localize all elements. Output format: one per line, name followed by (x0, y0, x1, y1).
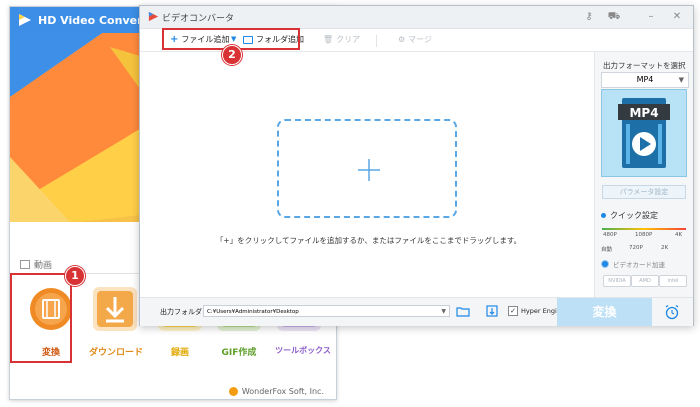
key-icon[interactable]: ⚷ (582, 10, 596, 24)
amd-logo: AMD (631, 275, 659, 287)
bottom-bar: 出力フォルダ： C:¥Users¥Administrator¥Desktop ▼… (140, 297, 693, 326)
wonderfox-logo-icon (228, 387, 238, 396)
trash-icon: 🗑 (323, 35, 334, 44)
add-plus-icon (358, 159, 380, 181)
tile-toolbox-label: ツールボックス (275, 346, 331, 355)
drop-zone[interactable] (277, 119, 457, 218)
video-section-text: 動画 (34, 261, 53, 271)
output-format-panel: 出力フォーマットを選択 MP4 ▼ MP4 パラメータ設定 クイック設定 480… (594, 52, 693, 297)
import-icon[interactable] (485, 304, 499, 318)
tile-download-label: ダウンロード (89, 348, 144, 358)
footer-text: WonderFox Soft, Inc. (241, 387, 324, 396)
download-icon (93, 287, 137, 331)
drop-hint-text: 「+」をクリックしてファイルを追加するか、またはファイルをここまでドラッグします… (215, 236, 522, 245)
format-select[interactable]: MP4 ▼ (601, 72, 689, 88)
intel-logo: intel (659, 275, 687, 287)
step1-badge: 1 (65, 266, 85, 286)
output-folder-label: 出力フォルダ： (160, 308, 209, 316)
mp4-badge-text: MP4 (629, 106, 658, 120)
tile-gif-label: GIF作成 (221, 348, 257, 358)
app-logo-icon (148, 11, 159, 22)
quick-settings-row: クイック設定 (601, 210, 658, 221)
tile-record-label: 録画 (170, 348, 189, 358)
output-folder-path: C:¥Users¥Administrator¥Desktop (207, 309, 299, 315)
quality-1080p[interactable]: 1080P (635, 232, 652, 238)
gpu-acceleration-label: ビデオカード加速 (613, 261, 665, 269)
launcher-footer: WonderFox Soft, Inc. (228, 387, 324, 396)
radio-icon (601, 260, 609, 268)
folder-open-icon[interactable] (456, 304, 470, 318)
quality-slider[interactable] (602, 228, 686, 230)
parameter-settings-button[interactable]: パラメータ設定 (602, 185, 686, 199)
format-preview[interactable]: MP4 (601, 89, 687, 177)
close-button[interactable]: ✕ (670, 10, 684, 24)
converter-title: ビデオコンバータ (162, 14, 235, 24)
video-section-label: 動画 (20, 258, 52, 271)
merge-icon: ⚙ (398, 35, 406, 44)
quality-4k[interactable]: 4K (675, 232, 682, 238)
quality-2k[interactable]: 2K (661, 245, 668, 251)
quick-settings-dot-icon (601, 213, 606, 218)
format-select-value: MP4 (636, 75, 654, 84)
clear-label: クリア (336, 35, 361, 44)
clear-button[interactable]: 🗑 クリア (323, 34, 360, 45)
minimize-button[interactable]: – (644, 10, 658, 24)
video-section-icon (20, 260, 30, 269)
step1-highlight-box (10, 273, 72, 363)
output-folder-input[interactable]: C:¥Users¥Administrator¥Desktop ▼ (203, 305, 450, 317)
gpu-acceleration-toggle[interactable]: ビデオカード加速 (601, 259, 665, 269)
chevron-down-icon: ▼ (678, 76, 684, 84)
checkbox-icon: ✓ (508, 306, 518, 316)
app-logo-icon (19, 14, 31, 26)
merge-label: マージ (408, 35, 433, 44)
nvidia-logo: NVIDIA (603, 275, 631, 287)
mp4-file-icon: MP4 (618, 98, 670, 168)
merge-button[interactable]: ⚙ マージ (398, 34, 432, 45)
chevron-down-icon: ▼ (441, 308, 446, 315)
step2-badge: 2 (222, 45, 242, 65)
alarm-clock-icon[interactable] (664, 304, 680, 320)
quality-480p[interactable]: 480P (603, 232, 617, 238)
toolbar-divider (376, 35, 377, 47)
cart-icon[interactable]: ⛟ (607, 10, 621, 24)
quality-auto[interactable]: 自動 (601, 245, 612, 253)
quick-settings-label: クイック設定 (610, 211, 658, 220)
quality-720p[interactable]: 720P (629, 245, 643, 251)
converter-titlebar: ビデオコンバータ ⚷ ⛟ – ✕ (140, 6, 693, 29)
tile-download[interactable]: ダウンロード (89, 283, 144, 365)
output-format-heading: 出力フォーマットを選択 (603, 61, 686, 70)
convert-button[interactable]: 変換 (557, 298, 652, 326)
